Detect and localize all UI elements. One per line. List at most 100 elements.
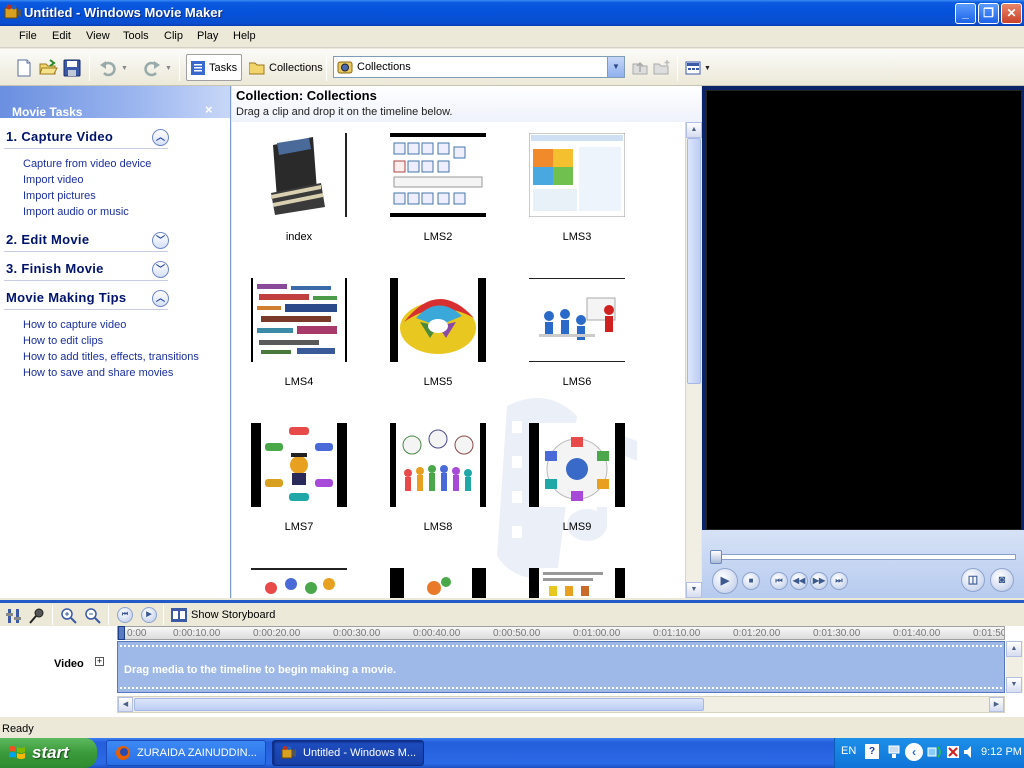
narrate-timeline-icon[interactable]: [28, 607, 46, 625]
link-import-video[interactable]: Import video: [23, 174, 84, 186]
redo-dropdown-icon[interactable]: ▼: [165, 65, 172, 72]
clip-thumbnail-partial[interactable]: [251, 568, 347, 598]
collection-dropdown[interactable]: Collections ▼: [333, 56, 625, 78]
clip-thumbnail-partial[interactable]: [390, 568, 486, 598]
menu-file[interactable]: File: [19, 30, 37, 42]
undo-icon[interactable]: [98, 58, 118, 78]
scroll-left-icon[interactable]: ◀: [118, 697, 133, 712]
stop-icon[interactable]: ■: [742, 572, 760, 590]
link-how-to-edit-clips[interactable]: How to edit clips: [23, 335, 103, 347]
section-movie-making-tips[interactable]: Movie Making Tips: [6, 290, 126, 305]
playhead-marker[interactable]: [118, 626, 125, 640]
video-track[interactable]: Drag media to the timeline to begin maki…: [117, 641, 1005, 693]
zoom-in-icon[interactable]: [60, 607, 78, 625]
split-clip-icon[interactable]: ◫: [961, 568, 985, 592]
scrollbar-thumb[interactable]: [134, 698, 704, 711]
views-icon[interactable]: [685, 58, 705, 78]
language-indicator[interactable]: EN: [841, 745, 856, 757]
chevron-down-icon[interactable]: ▼: [607, 57, 624, 77]
clip-thumbnail-partial[interactable]: [529, 568, 625, 598]
link-capture-from-video-device[interactable]: Capture from video device: [23, 158, 151, 170]
rewind-icon[interactable]: ◀◀: [790, 572, 808, 590]
scrollbar-thumb[interactable]: [687, 138, 701, 384]
taskbar-button-movie-maker[interactable]: Untitled - Windows M...: [272, 740, 424, 766]
link-how-to-save-share[interactable]: How to save and share movies: [23, 367, 173, 379]
clip-thumbnail-lms5[interactable]: [390, 278, 486, 362]
show-storyboard-button[interactable]: Show Storyboard: [191, 609, 275, 621]
timeline-horizontal-scrollbar[interactable]: ◀ ▶: [117, 696, 1005, 713]
save-project-icon[interactable]: [62, 58, 82, 78]
menu-clip[interactable]: Clip: [164, 30, 183, 42]
scroll-down-icon[interactable]: ▼: [686, 582, 702, 598]
clip-thumbnail-lms2[interactable]: [390, 133, 486, 217]
chevron-down-icon[interactable]: ﹀: [152, 261, 169, 278]
new-project-icon[interactable]: [14, 58, 34, 78]
chevron-up-icon[interactable]: ︿: [152, 290, 169, 307]
maximize-button[interactable]: ❐: [978, 3, 999, 24]
seek-bar[interactable]: [710, 554, 1016, 560]
new-folder-icon[interactable]: [652, 58, 672, 78]
play-icon[interactable]: ▶: [712, 568, 738, 594]
timeline-vertical-scrollbar[interactable]: ▲ ▼: [1006, 641, 1023, 693]
help-icon[interactable]: ?: [865, 744, 879, 759]
timeline-ruler[interactable]: 0:00 0:00:10.00 0:00:20.00 0:00:30.00 0:…: [117, 626, 1005, 640]
network-icon[interactable]: [887, 744, 901, 760]
scroll-up-icon[interactable]: ▲: [686, 122, 702, 138]
link-import-audio[interactable]: Import audio or music: [23, 206, 129, 218]
menu-edit[interactable]: Edit: [52, 30, 71, 42]
section-edit-movie[interactable]: 2. Edit Movie: [6, 232, 89, 247]
menu-view[interactable]: View: [86, 30, 110, 42]
clip-thumbnail-lms8[interactable]: [390, 423, 486, 507]
redo-icon[interactable]: [142, 58, 162, 78]
menu-help[interactable]: Help: [233, 30, 256, 42]
show-hidden-icons-chevron-icon[interactable]: ‹: [905, 743, 923, 761]
seek-slider-handle[interactable]: [710, 550, 722, 564]
scroll-up-icon[interactable]: ▲: [1006, 641, 1022, 657]
rewind-timeline-icon[interactable]: ⏮: [117, 607, 133, 623]
open-project-icon[interactable]: [38, 58, 58, 78]
security-alert-icon[interactable]: [945, 744, 961, 760]
taskbar-button-firefox[interactable]: ZURAIDA ZAINUDDIN...: [106, 740, 266, 766]
close-pane-icon[interactable]: ×: [205, 102, 213, 117]
undo-dropdown-icon[interactable]: ▼: [121, 65, 128, 72]
collection-scrollbar[interactable]: ▲ ▼: [685, 122, 702, 598]
clock[interactable]: 9:12 PM: [981, 746, 1022, 758]
menu-tools[interactable]: Tools: [123, 30, 149, 42]
previous-frame-icon[interactable]: ⏮: [770, 572, 788, 590]
take-picture-icon[interactable]: ◙: [990, 568, 1014, 592]
link-import-pictures[interactable]: Import pictures: [23, 190, 96, 202]
chevron-up-icon[interactable]: ︿: [152, 129, 169, 146]
volume-icon[interactable]: [963, 745, 977, 759]
start-button[interactable]: start: [0, 738, 97, 768]
tasks-toggle-button[interactable]: Tasks: [186, 54, 243, 81]
scroll-right-icon[interactable]: ▶: [989, 697, 1004, 712]
expand-track-icon[interactable]: +: [95, 657, 104, 666]
link-how-to-add-titles[interactable]: How to add titles, effects, transitions: [23, 351, 199, 363]
clip-thumbnail-index[interactable]: [251, 133, 347, 217]
zoom-out-icon[interactable]: [84, 607, 102, 625]
chevron-down-icon[interactable]: ﹀: [152, 232, 169, 249]
clip-thumbnail-lms6[interactable]: [529, 278, 625, 362]
next-frame-icon[interactable]: ⏭: [830, 572, 848, 590]
video-track-drop-zone[interactable]: Drag media to the timeline to begin maki…: [120, 645, 1002, 689]
close-button[interactable]: ✕: [1001, 3, 1022, 24]
play-timeline-icon[interactable]: ▶: [141, 607, 157, 623]
clip-thumbnail-lms9[interactable]: [529, 423, 625, 507]
section-finish-movie[interactable]: 3. Finish Movie: [6, 261, 104, 276]
up-folder-icon[interactable]: [630, 58, 650, 78]
set-audio-levels-icon[interactable]: [5, 607, 23, 625]
clip-thumbnail-lms4[interactable]: [251, 278, 347, 362]
fast-forward-icon[interactable]: ▶▶: [810, 572, 828, 590]
scroll-down-icon[interactable]: ▼: [1006, 677, 1022, 693]
section-capture-video[interactable]: 1. Capture Video: [6, 129, 113, 144]
video-preview-screen: [706, 90, 1022, 530]
views-dropdown-icon[interactable]: ▼: [704, 65, 711, 72]
clip-thumbnail-lms7[interactable]: [251, 423, 347, 507]
wireless-network-icon[interactable]: [927, 744, 943, 760]
minimize-button[interactable]: _: [955, 3, 976, 24]
collections-toggle-button[interactable]: Collections: [244, 54, 328, 81]
menu-play[interactable]: Play: [197, 30, 218, 42]
clip-thumbnail-lms3[interactable]: [528, 132, 626, 218]
title-bar[interactable]: Untitled - Windows Movie Maker _ ❐ ✕: [0, 0, 1024, 26]
link-how-to-capture-video[interactable]: How to capture video: [23, 319, 126, 331]
